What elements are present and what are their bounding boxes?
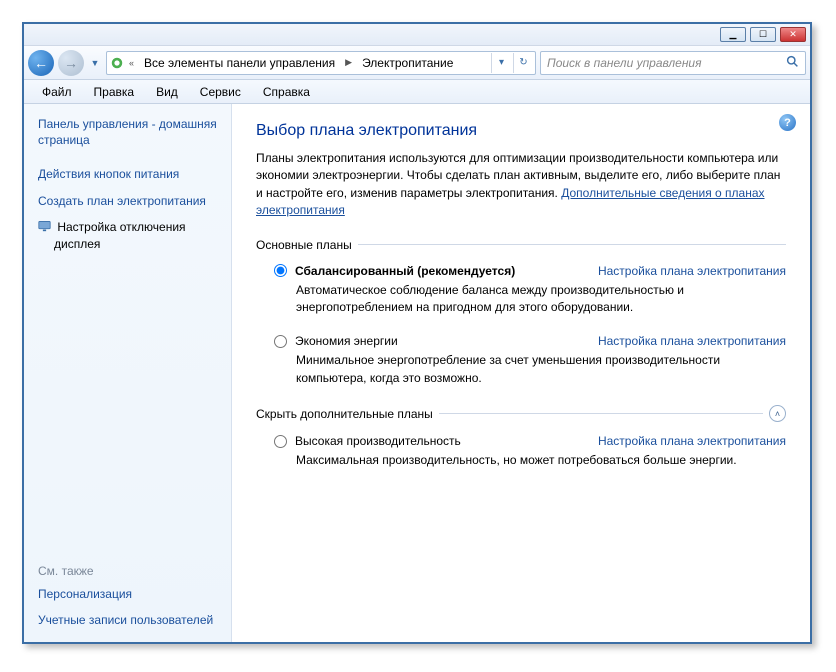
- sidebar-user-accounts[interactable]: Учетные записи пользователей: [38, 612, 225, 628]
- plan-saver-radio[interactable]: Экономия энергии: [274, 334, 398, 348]
- breadcrumb-dropdown[interactable]: ▾: [491, 53, 511, 73]
- window-frame: ▁ ☐ ✕ ← → ▼ « Все элементы панели управл…: [22, 22, 812, 644]
- control-panel-icon: [109, 55, 125, 71]
- page-title: Выбор плана электропитания: [256, 122, 786, 140]
- plan-high-radio[interactable]: Высокая производительность: [274, 434, 461, 448]
- search-input[interactable]: Поиск в панели управления: [540, 51, 806, 75]
- collapse-extra-button[interactable]: ˄: [769, 405, 786, 422]
- search-placeholder: Поиск в панели управления: [547, 56, 702, 70]
- help-icon[interactable]: ?: [779, 114, 796, 131]
- minimize-button[interactable]: ▁: [720, 27, 746, 42]
- sidebar-home[interactable]: Панель управления - домашняя страница: [38, 116, 225, 148]
- plan-high: Высокая производительность Настройка пла…: [274, 434, 786, 469]
- basic-plans-heading: Основные планы: [256, 238, 786, 252]
- sidebar-personalization[interactable]: Персонализация: [38, 586, 225, 602]
- refresh-button[interactable]: ↻: [513, 53, 533, 73]
- plan-high-name: Высокая производительность: [295, 434, 461, 448]
- monitor-icon: [38, 219, 52, 236]
- chevron-right-icon: «: [127, 58, 136, 68]
- maximize-button[interactable]: ☐: [750, 27, 776, 42]
- menubar: Файл Правка Вид Сервис Справка: [24, 80, 810, 104]
- plan-balanced-name: Сбалансированный (рекомендуется): [295, 264, 515, 278]
- plan-saver-settings-link[interactable]: Настройка плана электропитания: [598, 334, 786, 348]
- main-panel: ? Выбор плана электропитания Планы элект…: [232, 104, 810, 642]
- plan-high-settings-link[interactable]: Настройка плана электропитания: [598, 434, 786, 448]
- titlebar: ▁ ☐ ✕: [24, 24, 810, 46]
- sidebar-item-label: Настройка отключения дисплея: [54, 220, 186, 251]
- menu-help[interactable]: Справка: [253, 83, 320, 101]
- plan-balanced: Сбалансированный (рекомендуется) Настрой…: [274, 264, 786, 317]
- menu-view[interactable]: Вид: [146, 83, 188, 101]
- sidebar-create-plan[interactable]: Создать план электропитания: [38, 193, 225, 209]
- back-button[interactable]: ←: [28, 50, 54, 76]
- menu-file[interactable]: Файл: [32, 83, 82, 101]
- forward-button[interactable]: →: [58, 50, 84, 76]
- close-button[interactable]: ✕: [780, 27, 806, 42]
- plan-high-desc: Максимальная производительность, но може…: [296, 452, 786, 469]
- content-body: Панель управления - домашняя страница Де…: [24, 104, 810, 642]
- plan-balanced-radio[interactable]: Сбалансированный (рекомендуется): [274, 264, 515, 278]
- breadcrumb[interactable]: « Все элементы панели управления ▶ Элект…: [106, 51, 536, 75]
- sidebar-power-buttons[interactable]: Действия кнопок питания: [38, 166, 225, 182]
- breadcrumb-parent[interactable]: Все элементы панели управления: [138, 52, 341, 74]
- intro-text: Планы электропитания используются для оп…: [256, 150, 786, 220]
- menu-service[interactable]: Сервис: [190, 83, 251, 101]
- menu-edit[interactable]: Правка: [84, 83, 145, 101]
- see-also-heading: См. также: [38, 564, 225, 578]
- plan-saver-name: Экономия энергии: [295, 334, 398, 348]
- search-icon: [786, 55, 799, 71]
- breadcrumb-current[interactable]: Электропитание: [356, 52, 459, 74]
- sidebar: Панель управления - домашняя страница Де…: [24, 104, 232, 642]
- plan-balanced-settings-link[interactable]: Настройка плана электропитания: [598, 264, 786, 278]
- plan-saver-desc: Минимальное энергопотребление за счет ум…: [296, 352, 786, 387]
- extra-plans-heading: Скрыть дополнительные планы ˄: [256, 405, 786, 422]
- plan-saver: Экономия энергии Настройка плана электро…: [274, 334, 786, 387]
- sidebar-display-off[interactable]: Настройка отключения дисплея: [38, 219, 225, 253]
- history-dropdown[interactable]: ▼: [88, 58, 102, 68]
- chevron-right-icon: ▶: [343, 57, 354, 68]
- nav-toolbar: ← → ▼ « Все элементы панели управления ▶…: [24, 46, 810, 80]
- plan-balanced-desc: Автоматическое соблюдение баланса между …: [296, 282, 786, 317]
